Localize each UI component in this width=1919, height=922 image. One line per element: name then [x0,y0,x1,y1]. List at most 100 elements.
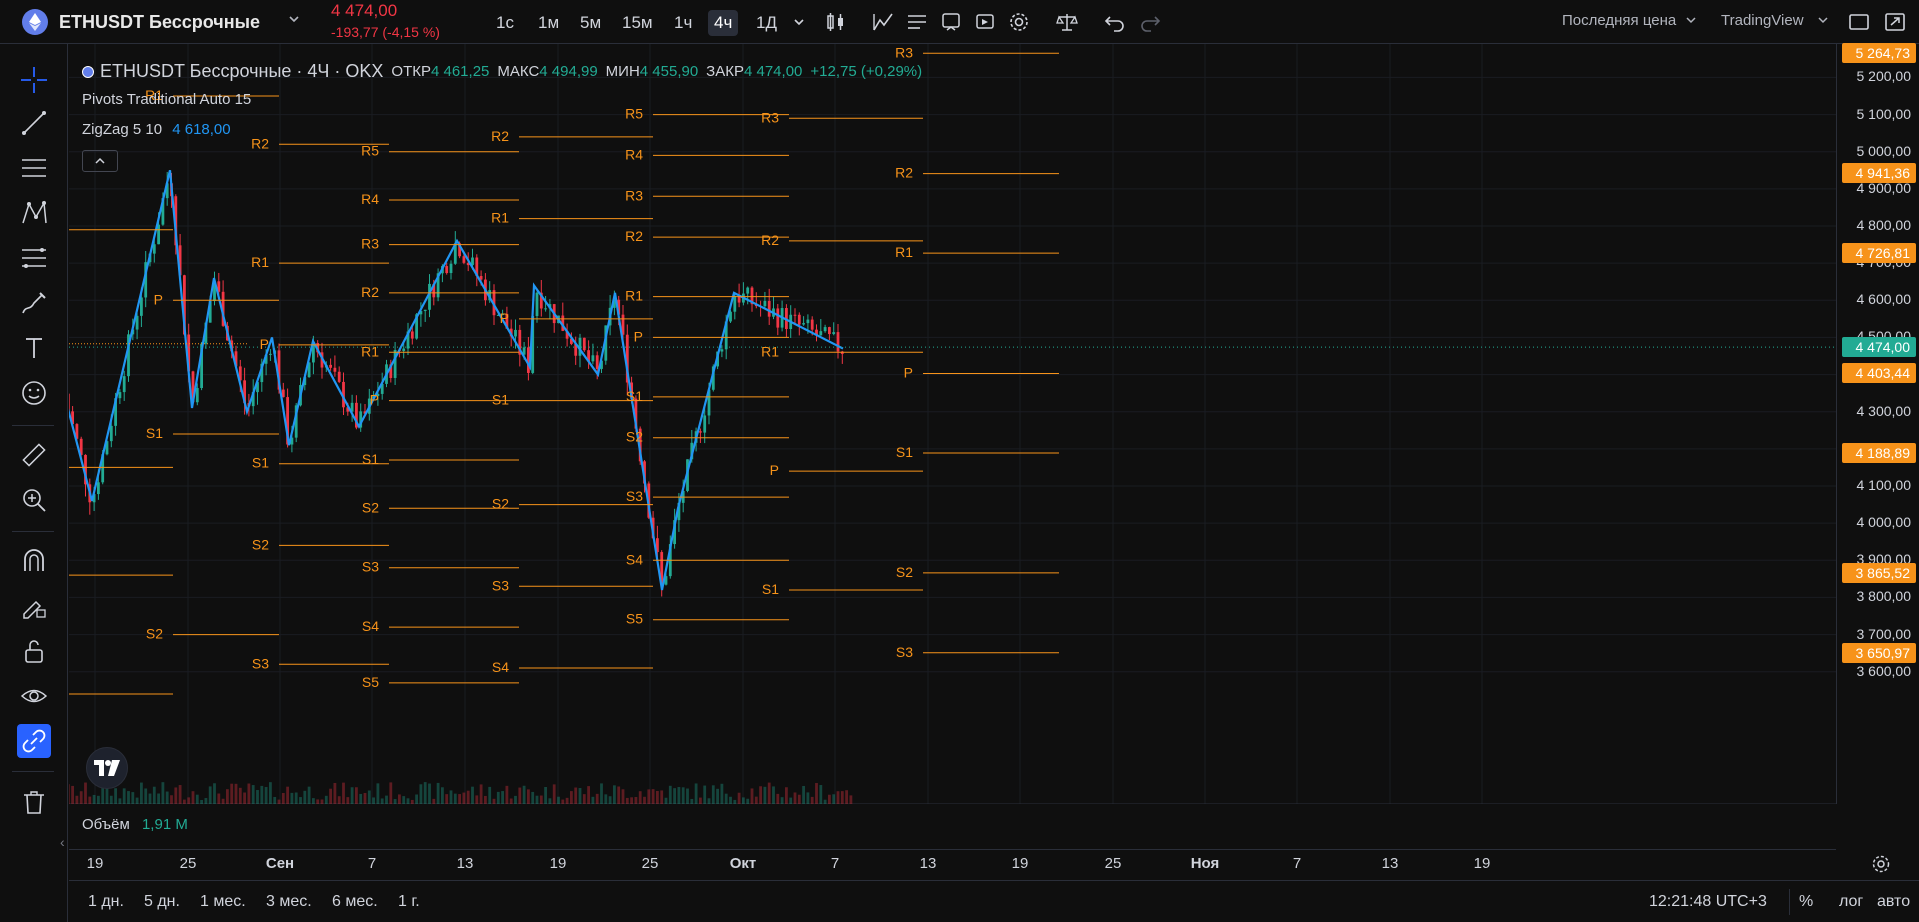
brush-icon[interactable] [17,286,51,320]
volume-bar [200,799,203,804]
pivot-label: S1 [362,451,379,467]
candle-body [793,314,797,316]
volume-bar [656,790,659,804]
price-chart[interactable]: R1 P S1 S2 R2 R1 P S1 S2 S3 R5 R4 R3 R2 R1 P S1 S2 S3 S4 S5 R… [69,44,1836,804]
timeframe-1d[interactable]: 1Д [750,10,783,36]
broker-selector[interactable]: TradingView [1721,12,1804,29]
horizontal-lines-icon[interactable] [17,151,51,185]
chevron-down-icon[interactable] [287,12,301,29]
pivot-label: P [154,291,163,307]
emoji-icon[interactable] [17,376,51,410]
time-axis[interactable]: 19 25 Сен 7 13 19 25 Окт 7 13 19 25 Ноя 7 13 19 [69,849,1836,879]
timeframe-1m[interactable]: 1м [532,10,565,36]
log-toggle[interactable]: лог [1839,893,1863,911]
auto-toggle[interactable]: авто [1877,893,1910,911]
volume-bar [638,791,642,804]
open-value: 4 461,25 [430,63,490,80]
percent-toggle[interactable]: % [1799,893,1813,911]
replay-icon[interactable] [972,10,998,34]
volume-bar [578,788,582,804]
crosshair-icon[interactable] [17,63,51,97]
time-tick: 13 [1381,855,1399,872]
volume-bar [681,787,685,804]
price-source-chevron-icon[interactable] [1683,12,1699,28]
candle-body [746,287,750,294]
compare-scales-icon[interactable] [1054,10,1080,34]
zoom-in-icon[interactable] [17,483,51,517]
timeframe-chevron-icon[interactable] [786,10,812,34]
trend-line-icon[interactable] [17,106,51,140]
legend-title[interactable]: ETHUSDT Бессрочные · 4Ч · OKX [100,61,383,82]
settings-gear-icon[interactable] [1006,10,1032,34]
timeframe-1s[interactable]: 1с [490,10,520,36]
pivot-label: S2 [252,536,269,552]
range-5d[interactable]: 5 дн. [144,893,180,911]
magnet-icon[interactable] [17,544,51,578]
collapse-legend-button[interactable] [82,150,118,172]
volume-bar [432,798,436,804]
templates-icon[interactable] [904,10,930,34]
range-1d[interactable]: 1 дн. [88,893,124,911]
volume-bar [355,787,358,804]
volume-bar [720,783,724,804]
range-1y[interactable]: 1 г. [398,893,420,911]
volume-bar [724,793,728,804]
indicator-zigzag-legend[interactable]: ZigZag 5 10 4 618,00 [82,121,231,138]
range-6m[interactable]: 6 мес. [332,893,378,911]
timeframe-15m[interactable]: 15м [616,10,659,36]
chart-pane[interactable]: R1 P S1 S2 R2 R1 P S1 S2 S3 R5 R4 R3 R2 R1 P S1 S2 S3 S4 S5 R… [69,44,1836,804]
pivot-label: R2 [761,232,779,248]
volume-bar [402,796,406,804]
lock-drawing-icon[interactable] [17,589,51,623]
range-3m[interactable]: 3 мес. [266,893,312,911]
link-icon[interactable] [17,724,51,758]
candles-chart-type-icon[interactable] [823,10,849,34]
timeframe-1h[interactable]: 1ч [668,10,698,36]
price-badge: 4 941,36 [1842,163,1916,184]
close-value: 4 474,00 [743,63,803,80]
layout-icon[interactable] [1846,10,1872,34]
fullscreen-icon[interactable] [1882,10,1908,34]
volume-bar [92,794,96,804]
text-tool-icon[interactable] [17,331,51,365]
range-1m[interactable]: 1 мес. [200,893,246,911]
volume-legend[interactable]: Объём 1,91 M [82,816,188,833]
broker-chevron-icon[interactable] [1815,12,1831,28]
indicators-icon[interactable] [870,10,896,34]
indicator-pivots-legend[interactable]: Pivots Traditional Auto 15 [82,91,251,108]
lock-icon[interactable] [17,634,51,668]
volume-bar [247,783,251,804]
timeframe-4h[interactable]: 4ч [708,10,739,36]
candle-body [337,371,341,382]
volume-bar [161,782,165,804]
price-tick: 3 800,00 [1856,588,1912,605]
ruler-icon[interactable] [17,438,51,472]
eye-icon[interactable] [17,679,51,713]
collapse-toolbar-icon[interactable]: ‹ [60,834,65,850]
volume-bar [372,797,375,804]
volume-bar [673,788,676,804]
alert-icon[interactable] [938,10,964,34]
trash-icon[interactable] [17,785,51,819]
volume-bar [806,792,810,804]
axis-settings-gear-icon[interactable] [1870,853,1892,880]
tradingview-logo-icon[interactable] [86,747,128,789]
fib-tool-icon[interactable] [17,241,51,275]
symbol-name[interactable]: ETHUSDT Бессрочные [59,12,260,33]
undo-icon[interactable] [1102,10,1128,34]
price-scale[interactable]: 5 200,00 5 100,00 5 000,00 4 900,00 4 800,00… [1836,43,1919,804]
time-tick: 7 [1292,855,1302,872]
volume-bar [608,796,612,804]
volume-bar [630,797,633,804]
timeframe-5m[interactable]: 5м [574,10,607,36]
zigzag-line [69,170,844,591]
volume-bar [836,791,840,804]
pivot-label: R5 [625,106,643,122]
clock-timezone[interactable]: 12:21:48 UTC+3 [1649,893,1767,911]
volume-bar [406,798,410,804]
pivot-label: R2 [625,228,643,244]
price-source-selector[interactable]: Последняя цена [1562,12,1676,29]
redo-icon[interactable] [1137,10,1163,34]
volume-bar [600,783,603,804]
pattern-tool-icon[interactable] [17,196,51,230]
